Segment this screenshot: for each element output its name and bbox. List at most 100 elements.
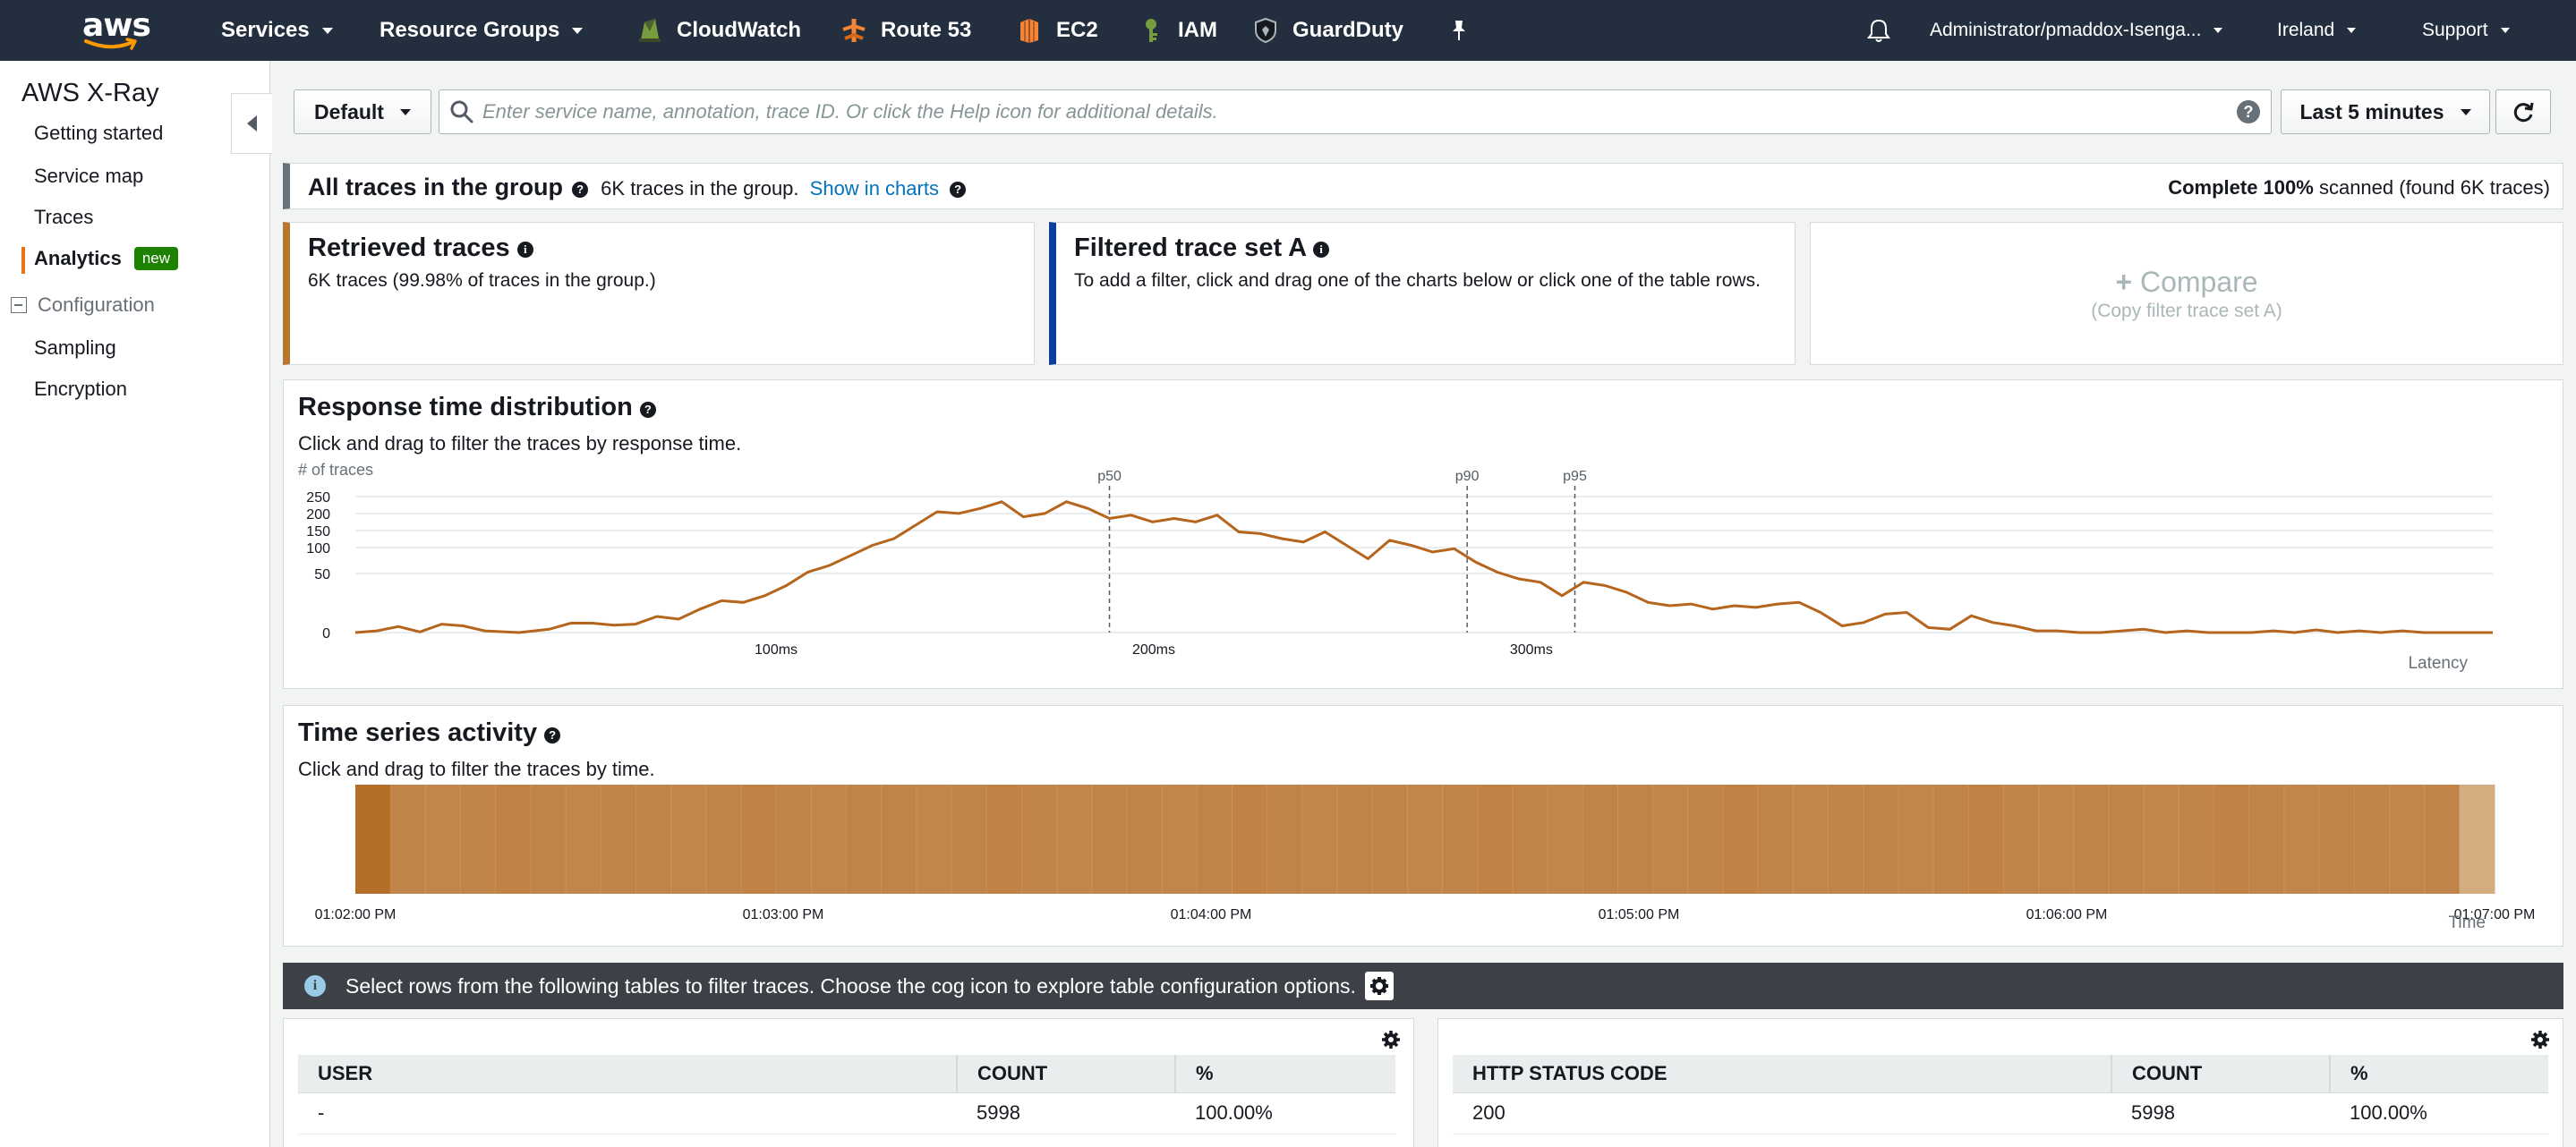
chevron-down-icon <box>2213 28 2223 33</box>
filtered-trace-set-title: Filtered trace set A i <box>1074 234 1330 263</box>
time-bucket <box>705 785 742 894</box>
time-series-title-text: Time series activity <box>298 718 538 747</box>
filtered-trace-set-title-text: Filtered trace set A <box>1074 234 1306 262</box>
time-bucket <box>390 785 426 894</box>
cell-user: - <box>298 1092 957 1134</box>
new-badge: new <box>133 247 179 270</box>
info-icon[interactable]: i <box>516 242 533 258</box>
time-bucket <box>2354 785 2390 894</box>
cog-icon[interactable] <box>2530 1030 2550 1049</box>
time-bucket <box>1933 785 1969 894</box>
help-icon[interactable]: ? <box>2237 100 2260 123</box>
help-icon[interactable]: ? <box>950 182 967 198</box>
scan-status: Complete 100% scanned (found 6K traces) <box>2168 176 2550 200</box>
sidebar-item-traces[interactable]: Traces <box>34 206 93 229</box>
table-header-row: USER COUNT % <box>298 1055 1395 1093</box>
time-range-dropdown[interactable]: Last 5 minutes <box>2281 89 2490 134</box>
y-tick-label: 100 <box>306 541 330 557</box>
table-settings-button[interactable] <box>1364 972 1394 1000</box>
time-bucket <box>1372 785 1408 894</box>
sidebar-item-sampling[interactable]: Sampling <box>34 336 116 360</box>
column-header-count[interactable]: COUNT <box>2111 1055 2331 1093</box>
sidebar-section-label: Configuration <box>38 293 155 316</box>
sidebar-item-service-map[interactable]: Service map <box>34 165 143 188</box>
group-trace-count: 6K traces in the group. <box>601 177 799 200</box>
refresh-button[interactable] <box>2495 89 2551 134</box>
table-info-banner: i Select rows from the following tables … <box>283 963 2563 1009</box>
time-range-label: Last 5 minutes <box>2299 99 2444 123</box>
response-time-subtitle: Click and drag to filter the traces by r… <box>298 432 742 455</box>
time-bucket <box>1512 785 1548 894</box>
group-dropdown[interactable]: Default <box>294 89 431 134</box>
time-bucket <box>846 785 883 894</box>
time-bucket <box>530 785 567 894</box>
aws-logo[interactable]: aws <box>82 10 151 52</box>
resource-groups-menu[interactable]: Resource Groups <box>380 0 584 61</box>
compare-button[interactable]: + Compare <box>2115 266 2257 299</box>
shortcut-ec2[interactable]: EC2 <box>1017 0 1098 61</box>
y-tick-label: 150 <box>306 524 330 540</box>
time-bucket <box>1407 785 1444 894</box>
column-header-count[interactable]: COUNT <box>957 1055 1176 1093</box>
shortcut-guardduty[interactable]: GuardDuty <box>1253 0 1403 61</box>
x-tick-label: 01:02:00 PM <box>315 907 397 922</box>
region-menu[interactable]: Ireland <box>2277 0 2357 61</box>
retrieved-traces-title: Retrieved traces i <box>308 234 533 263</box>
services-menu[interactable]: Services <box>221 0 333 61</box>
response-time-chart[interactable]: p50 p90 p95 # of traces 0 50 100150200250 100m… <box>284 461 2563 684</box>
x-tick-label: 100ms <box>755 642 798 658</box>
sidebar-item-getting-started[interactable]: Getting started <box>34 122 163 145</box>
show-in-charts-link[interactable]: Show in charts <box>810 177 939 200</box>
sidebar-section-configuration[interactable]: Configuration <box>11 293 155 317</box>
filtered-trace-set-card[interactable]: Filtered trace set A i To add a filter, … <box>1049 222 1796 365</box>
sidebar-item-analytics[interactable]: Analytics new <box>34 247 179 270</box>
notifications-button[interactable] <box>1867 0 1890 61</box>
table-row[interactable]: - 5998 100.00% <box>298 1092 1395 1134</box>
retrieved-traces-card[interactable]: Retrieved traces i 6K traces (99.98% of … <box>283 222 1035 365</box>
help-icon[interactable]: ? <box>572 182 589 198</box>
http-status-table: HTTP STATUS CODE COUNT % 200 5998 100.00… <box>1453 1055 2548 1134</box>
shortcut-iam[interactable]: IAM <box>1139 0 1217 61</box>
time-bucket <box>1021 785 1058 894</box>
shortcut-cloudwatch[interactable]: CloudWatch <box>637 0 801 61</box>
chevron-down-icon <box>2500 28 2510 33</box>
active-indicator <box>21 247 25 274</box>
response-time-line <box>354 500 2493 634</box>
time-series-chart[interactable]: 01:02:00 PM 01:03:00 PM 01:04:00 PM 01:05:0… <box>284 785 2563 946</box>
account-menu[interactable]: Administrator/pmaddox-Isenga... <box>1930 0 2223 61</box>
sidebar-title[interactable]: AWS X-Ray <box>21 79 159 108</box>
column-header-http-status[interactable]: HTTP STATUS CODE <box>1453 1055 2112 1093</box>
y-tick-label: 250 <box>306 490 330 506</box>
time-bucket <box>2073 785 2110 894</box>
column-header-user[interactable]: USER <box>298 1055 958 1093</box>
y-tick-label: 50 <box>314 567 330 582</box>
sidebar-item-encryption[interactable]: Encryption <box>34 378 127 401</box>
column-header-percent[interactable]: % <box>2330 1055 2548 1093</box>
time-series-subtitle: Click and drag to filter the traces by t… <box>298 758 655 780</box>
x-tick-label: 200ms <box>1132 642 1175 658</box>
iam-icon <box>1146 19 1157 42</box>
cog-icon[interactable] <box>1381 1030 1401 1049</box>
response-time-title: Response time distribution ? <box>298 393 656 422</box>
table-row[interactable]: 200 5998 100.00% <box>1453 1092 2548 1134</box>
help-icon[interactable]: ? <box>544 727 561 743</box>
info-icon[interactable]: i <box>1313 242 1330 258</box>
compare-card[interactable]: + Compare (Copy filter trace set A) <box>1810 222 2563 365</box>
search-bar[interactable]: ? <box>439 89 2272 134</box>
percentile-label: p95 <box>1563 469 1587 484</box>
shortcut-route53[interactable]: Route 53 <box>841 0 971 61</box>
cell-percent: 100.00% <box>2330 1092 2548 1134</box>
aws-smile-icon <box>84 38 137 50</box>
response-time-title-text: Response time distribution <box>298 393 633 421</box>
table-header-row: HTTP STATUS CODE COUNT % <box>1453 1055 2548 1093</box>
support-menu[interactable]: Support <box>2422 0 2510 61</box>
help-icon[interactable]: ? <box>639 402 656 418</box>
pin-shortcut-button[interactable] <box>1448 0 1470 61</box>
collapse-sidebar-button[interactable] <box>231 93 272 154</box>
time-bucket <box>1477 785 1514 894</box>
time-bucket <box>2459 785 2495 894</box>
column-header-percent[interactable]: % <box>1175 1055 1395 1093</box>
time-bucket <box>1232 785 1268 894</box>
time-bucket <box>2038 785 2075 894</box>
search-input[interactable] <box>482 100 2237 123</box>
